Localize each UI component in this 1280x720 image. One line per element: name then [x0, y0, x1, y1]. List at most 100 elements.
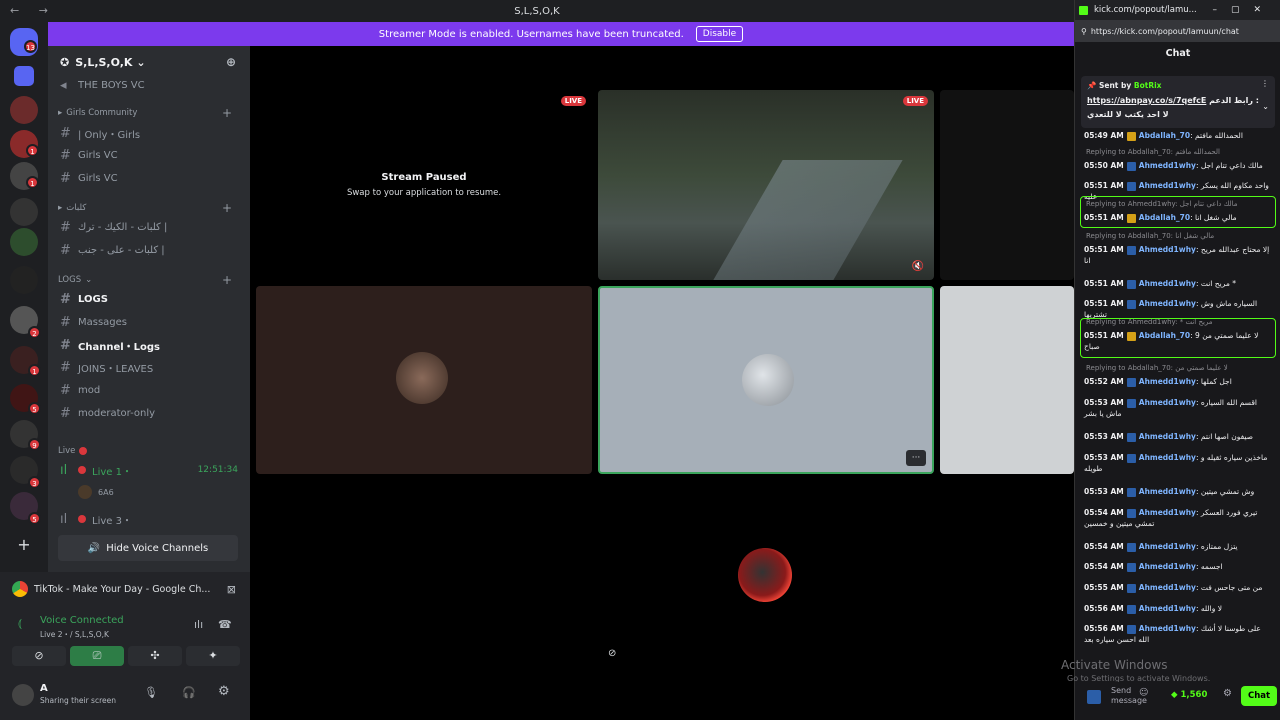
points-display[interactable]: ◆ 1,560 — [1171, 690, 1207, 700]
back-forward-nav[interactable]: ← → — [10, 4, 56, 17]
add-server-icon[interactable]: + — [10, 532, 38, 560]
screen-share-button[interactable]: ⎚ — [70, 646, 124, 666]
stream-tile-game[interactable]: LIVE 🔇 — [598, 90, 934, 280]
reply-context[interactable]: Replying to Abdallah_70: مالي شغل انا — [1086, 232, 1214, 240]
voice-channel-live-3[interactable]: ıl Live 3・ — [60, 510, 244, 528]
noise-suppression-icon[interactable]: ılı — [194, 618, 203, 631]
hide-voice-channels-button[interactable]: 🔊 Hide Voice Channels — [58, 535, 238, 561]
gear-icon[interactable]: ⚙ — [1223, 688, 1232, 699]
chat-message[interactable]: 05:51 AM Abdallah_70: لا عليما صمتي من 9 … — [1084, 330, 1274, 352]
reply-context[interactable]: Replying to Ahmedd1why: * مريح انت — [1086, 318, 1213, 326]
voice-channel-live-1[interactable]: ıl Live 1・ 12:51:34 — [60, 461, 244, 479]
participant-tile-partial[interactable] — [940, 286, 1074, 474]
message-username[interactable]: Ahmedd1why — [1139, 161, 1196, 170]
message-username[interactable]: Ahmedd1why — [1139, 453, 1196, 462]
category-arabic[interactable]: ▸ كلبات + — [58, 201, 242, 215]
chat-message[interactable]: 05:51 AM Abdallah_70: مالي شغل انا — [1084, 212, 1274, 223]
add-channel-icon[interactable]: + — [222, 201, 232, 215]
category-girls-community[interactable]: ▸ Girls Community + — [58, 106, 242, 120]
message-username[interactable]: Ahmedd1why — [1139, 583, 1196, 592]
activity-row[interactable]: TikTok - Make Your Day - Google Ch... ⊠ — [12, 580, 240, 598]
message-username[interactable]: Ahmedd1why — [1139, 398, 1196, 407]
chevron-down-icon[interactable]: ⌄ — [1262, 102, 1269, 111]
chat-message[interactable]: 05:53 AM Ahmedd1why: صيفون اصها انتم — [1084, 431, 1274, 442]
add-channel-icon[interactable]: + — [222, 106, 232, 120]
add-member-icon[interactable]: ⊕ — [226, 55, 236, 69]
participant-tile-speaking[interactable]: ··· — [598, 286, 934, 474]
channel-only-girls[interactable]: # | Only・Girls — [60, 124, 244, 142]
channel-arabic-2[interactable]: # كلبات - على - جنب | — [60, 241, 244, 259]
channel-arabic-1[interactable]: # كلبات - الكيك - ترك | — [60, 218, 244, 236]
disable-streamer-mode-button[interactable]: Disable — [695, 26, 744, 42]
address-bar[interactable]: ⚲ https://kick.com/popout/lamuun/chat — [1075, 20, 1280, 42]
server-icon[interactable] — [10, 96, 38, 124]
participant-tile[interactable] — [598, 482, 934, 672]
microphone-icon[interactable]: 🎙 — [144, 686, 158, 699]
chat-message[interactable]: 05:51 AM Ahmedd1why: مريح انت * — [1084, 278, 1274, 289]
chat-message[interactable]: 05:51 AM Ahmedd1why: إلا محتاج عبدالله مر… — [1084, 244, 1274, 266]
chat-message[interactable]: 05:50 AM Ahmedd1why: مالك داعي تتام اجل — [1084, 160, 1274, 171]
participant-tile[interactable] — [256, 286, 592, 474]
voice-member[interactable]: 6A6 — [78, 483, 244, 501]
hidden-stream-icon[interactable]: ⊘ — [608, 648, 616, 659]
more-options-icon[interactable]: ⋮ — [1261, 79, 1269, 88]
activities-button[interactable]: ✣ — [128, 646, 182, 666]
stream-tile-partial[interactable] — [940, 90, 1074, 280]
headphones-icon[interactable]: 🎧 — [182, 686, 196, 699]
add-channel-icon[interactable]: + — [222, 273, 232, 287]
channel-moderator-only[interactable]: # moderator-only — [60, 404, 244, 422]
message-username[interactable]: Abdallah_70 — [1139, 131, 1190, 140]
chat-message[interactable]: 05:51 AM Ahmedd1why: السياره ماش وش تشتري… — [1084, 298, 1274, 320]
channel-girls-vc-2[interactable]: # Girls VC — [60, 169, 244, 187]
emote-icon[interactable]: ☺ — [1139, 688, 1148, 698]
chat-message[interactable]: 05:53 AM Ahmedd1why: اقسم الله السياره ما… — [1084, 397, 1274, 419]
reply-context[interactable]: Replying to Ahmedd1why: مالك داعي تتام ا… — [1086, 200, 1238, 208]
channel-joins-leaves[interactable]: # JOINS・LEAVES — [60, 358, 244, 376]
category-logs[interactable]: LOGS ⌄ + — [58, 273, 242, 287]
folder-icon[interactable] — [14, 66, 34, 86]
message-username[interactable]: Ahmedd1why — [1139, 487, 1196, 496]
chat-message[interactable]: 05:53 AM Ahmedd1why: ماخذين سياره ثقيله و… — [1084, 452, 1274, 474]
message-username[interactable]: Ahmedd1why — [1139, 279, 1196, 288]
chat-send-button[interactable]: Chat — [1241, 686, 1277, 706]
message-username[interactable]: Ahmedd1why — [1139, 377, 1196, 386]
muted-icon[interactable]: 🔇 — [912, 261, 924, 272]
message-username[interactable]: Abdallah_70 — [1139, 331, 1190, 340]
gear-icon[interactable]: ⚙ — [218, 684, 230, 699]
category-live[interactable]: Live — [58, 446, 242, 456]
chat-message[interactable]: 05:56 AM Ahmedd1why: لا والله — [1084, 603, 1274, 614]
message-username[interactable]: Ahmedd1why — [1139, 508, 1196, 517]
server-header[interactable]: ✪ S,L,S,O,K ⌄ ⊕ — [48, 46, 250, 78]
chat-message[interactable]: 05:49 AM Abdallah_70: الحمدالله مافتم — [1084, 130, 1274, 141]
message-username[interactable]: Ahmedd1why — [1139, 542, 1196, 551]
soundboard-button[interactable]: ✦ — [186, 646, 240, 666]
disconnect-icon[interactable]: ☎ — [218, 618, 232, 631]
stream-tile-paused[interactable]: Stream Paused Swap to your application t… — [256, 90, 592, 280]
server-icon[interactable] — [10, 266, 38, 294]
chat-message[interactable]: 05:55 AM Ahmedd1why: من متى جاحس فت — [1084, 582, 1274, 593]
more-options-button[interactable]: ··· — [906, 450, 926, 466]
chat-message[interactable]: 05:54 AM Ahmedd1why: اجسمه — [1084, 561, 1274, 572]
avatar[interactable] — [12, 684, 34, 706]
close-icon[interactable]: ⊠ — [227, 583, 236, 596]
pinned-message[interactable]: 📌 Sent by BotRix ⋮ https://abnpay.co/s/7… — [1081, 76, 1275, 128]
message-username[interactable]: Ahmedd1why — [1139, 245, 1196, 254]
message-username[interactable]: Abdallah_70 — [1139, 213, 1190, 222]
reply-context[interactable]: Replying to Abdallah_70: لا عليما صمتي م… — [1086, 364, 1228, 372]
channel-the-boys-vc[interactable]: ◂ THE BOYS VC — [60, 76, 244, 94]
server-icon[interactable] — [10, 228, 38, 256]
reply-context[interactable]: Replying to Abdallah_70: الحمدالله مافتم — [1086, 148, 1220, 156]
voice-location[interactable]: Live 2・/ S,L,S,O,K — [40, 629, 109, 640]
message-username[interactable]: Ahmedd1why — [1139, 432, 1196, 441]
chat-message[interactable]: 05:52 AM Ahmedd1why: اجل كملها — [1084, 376, 1274, 387]
window-controls[interactable]: –▢✕ — [1212, 5, 1275, 15]
channel-girls-vc[interactable]: # Girls VC — [60, 146, 244, 164]
message-username[interactable]: Ahmedd1why — [1139, 562, 1196, 571]
message-username[interactable]: Ahmedd1why — [1139, 181, 1196, 190]
message-username[interactable]: Ahmedd1why — [1139, 604, 1196, 613]
message-username[interactable]: Ahmedd1why — [1139, 624, 1196, 633]
chat-message[interactable]: 05:53 AM Ahmedd1why: وش تمشي ميتين — [1084, 486, 1274, 497]
message-username[interactable]: Ahmedd1why — [1139, 299, 1196, 308]
pinned-link[interactable]: https://abnpay.co/s/7qefcE — [1087, 96, 1206, 105]
chat-message[interactable]: 05:54 AM Ahmedd1why: يتزل ممتازه — [1084, 541, 1274, 552]
